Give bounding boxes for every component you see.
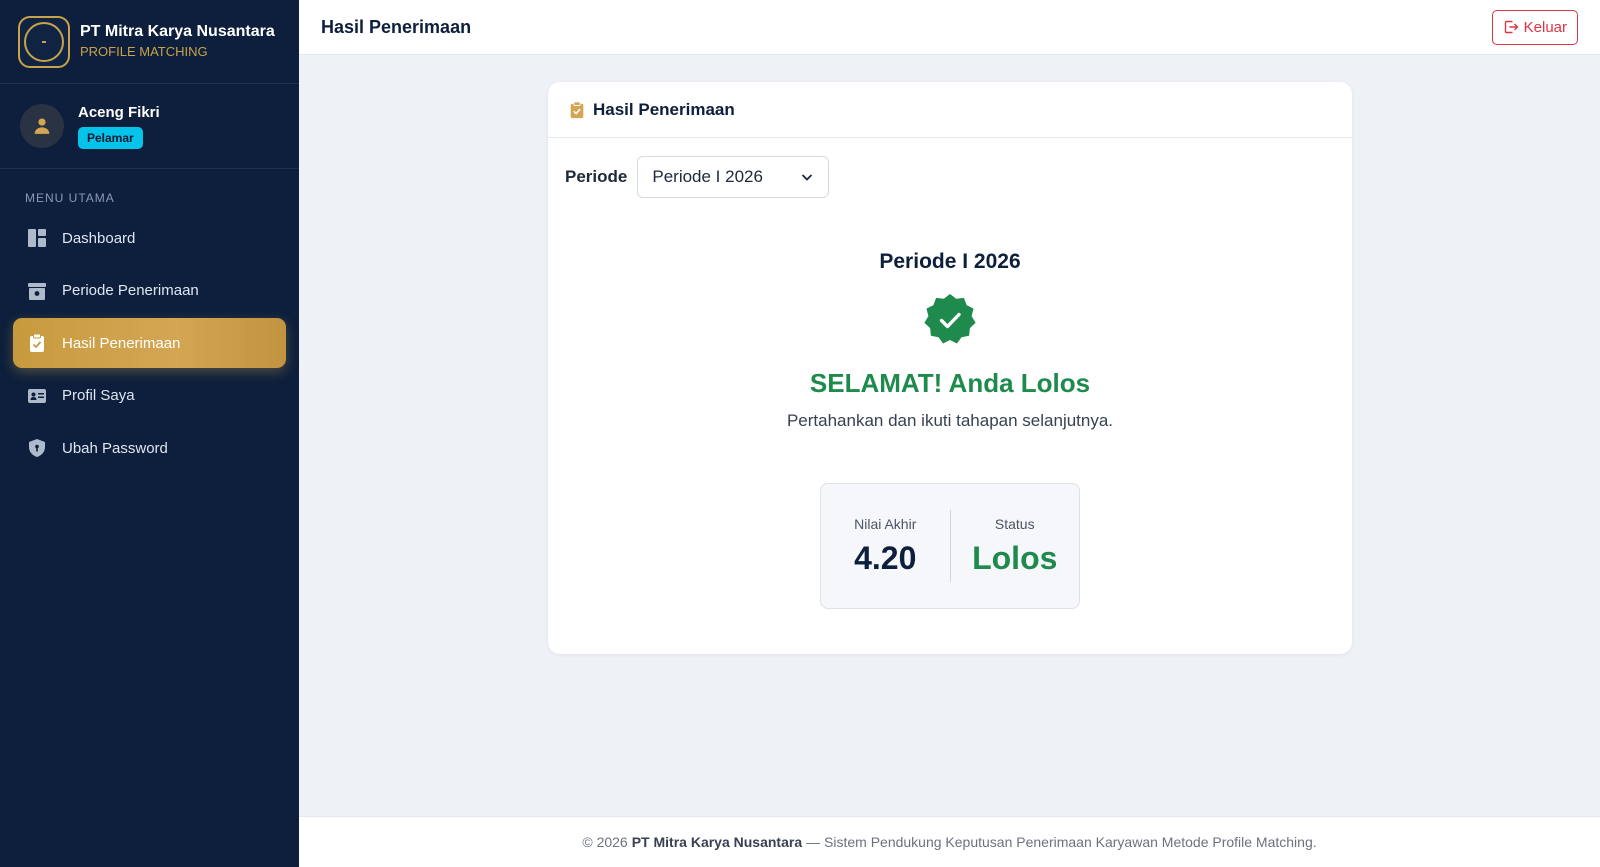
clipboard-check-icon	[570, 100, 584, 118]
logout-icon	[1504, 20, 1519, 34]
sidebar-item-periode-penerimaan[interactable]: Periode Penerimaan	[13, 266, 286, 316]
sidebar-menu: Dashboard Periode Penerimaan Hasil Pener…	[0, 213, 299, 473]
card-title: Hasil Penerimaan	[593, 99, 735, 119]
result-card: Hasil Penerimaan Periode Periode I 2026 …	[548, 82, 1352, 654]
final-score-label: Nilai Akhir	[854, 515, 917, 532]
user-panel: Aceng Fikri Pelamar	[0, 84, 299, 169]
sidebar-item-profil-saya[interactable]: Profil Saya	[13, 371, 286, 421]
result-summary: Periode I 2026 SELAMAT! Anda Lolos Perta…	[548, 250, 1352, 431]
period-label: Periode	[565, 167, 628, 186]
sidebar-item-label: Ubah Password	[62, 439, 168, 457]
sidebar-item-dashboard[interactable]: Dashboard	[13, 213, 286, 263]
logout-button[interactable]: Keluar	[1491, 9, 1578, 45]
period-select-value: Periode I 2026	[652, 167, 763, 186]
page-title: Hasil Penerimaan	[321, 16, 472, 37]
calendar-icon	[27, 281, 47, 301]
shield-icon	[27, 438, 47, 458]
id-card-icon	[27, 386, 47, 406]
brand: PT Mitra Karya Nusantara PROFILE MATCHIN…	[0, 0, 299, 84]
period-select[interactable]: Periode I 2026	[637, 156, 830, 198]
brand-name: PT Mitra Karya Nusantara	[80, 23, 275, 40]
status-label: Status	[994, 515, 1035, 532]
score-box: Nilai Akhir 4.20 Status Lolos	[820, 483, 1080, 609]
final-score-value: 4.20	[854, 539, 917, 576]
sidebar-item-ubah-password[interactable]: Ubah Password	[13, 423, 286, 473]
sidebar-item-label: Hasil Penerimaan	[62, 334, 181, 352]
result-message: Pertahankan dan ikuti tahapan selanjutny…	[786, 411, 1114, 430]
menu-section-title: MENU UTAMA	[25, 191, 115, 205]
card-header: Hasil Penerimaan	[548, 82, 1352, 138]
clipboard-check-icon	[27, 333, 47, 353]
chevron-down-icon	[802, 174, 813, 181]
brand-logo	[18, 15, 70, 68]
footer: © 2026 PT Mitra Karya Nusantara — Sistem…	[299, 816, 1600, 867]
user-icon	[34, 118, 50, 134]
status-value: Lolos	[972, 539, 1058, 576]
dashboard-icon	[27, 228, 47, 248]
sidebar-item-hasil-penerimaan[interactable]: Hasil Penerimaan	[13, 318, 286, 368]
verified-check-icon	[922, 292, 978, 348]
result-period: Periode I 2026	[879, 250, 1021, 273]
logout-label: Keluar	[1523, 18, 1567, 36]
brand-subtitle: PROFILE MATCHING	[80, 44, 208, 59]
sidebar-item-label: Periode Penerimaan	[62, 282, 199, 299]
avatar	[20, 104, 64, 148]
sidebar: PT Mitra Karya Nusantara PROFILE MATCHIN…	[0, 0, 299, 867]
footer-copyright: © 2026	[582, 834, 628, 850]
footer-company: PT Mitra Karya Nusantara	[631, 834, 803, 850]
user-name: Aceng Fikri	[78, 104, 160, 121]
status: Status Lolos	[951, 516, 1080, 577]
result-headline: SELAMAT! Anda Lolos	[809, 368, 1091, 398]
sidebar-item-label: Profil Saya	[62, 387, 135, 404]
footer-description: — Sistem Pendukung Keputusan Penerimaan …	[806, 834, 1317, 850]
final-score: Nilai Akhir 4.20	[821, 516, 950, 577]
topbar: Hasil Penerimaan Keluar	[299, 0, 1600, 55]
role-badge: Pelamar	[78, 127, 143, 149]
period-filter: Periode Periode I 2026	[565, 156, 830, 198]
sidebar-item-label: Dashboard	[62, 229, 136, 247]
